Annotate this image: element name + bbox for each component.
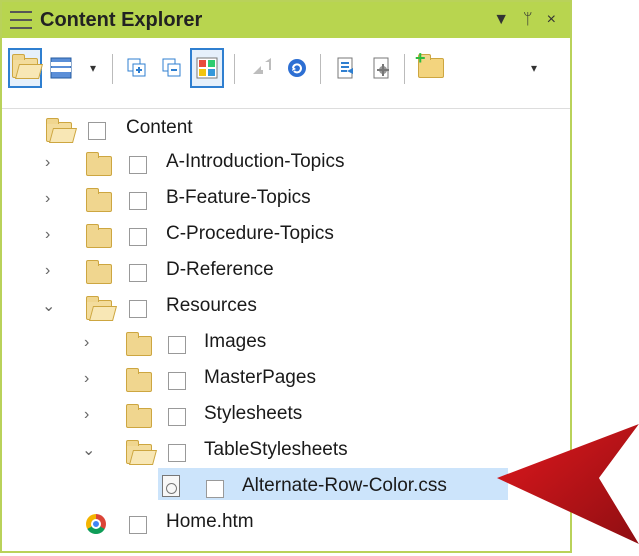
tree-item-label: Home.htm xyxy=(166,511,254,532)
refresh-icon[interactable] xyxy=(280,48,314,88)
tree-row-images[interactable]: › Images xyxy=(2,324,570,358)
checkbox[interactable] xyxy=(168,444,186,462)
tree-item-label: A-Introduction-Topics xyxy=(166,151,345,172)
checkbox[interactable] xyxy=(129,300,147,318)
titlebar: Content Explorer ▼ ᛘ × xyxy=(2,2,570,38)
tree-row-stylesheets[interactable]: › Stylesheets xyxy=(2,396,570,430)
tree-item-label: D-Reference xyxy=(166,259,274,280)
chevron-right-icon[interactable]: › xyxy=(45,190,50,208)
tree-row-resources[interactable]: ⌄ Resources xyxy=(2,288,570,322)
settings-icon[interactable] xyxy=(364,48,398,88)
folder-open-icon xyxy=(126,440,152,464)
content-explorer-panel: Content Explorer ▼ ᛘ × ▾ + ▾ Content › A… xyxy=(0,0,572,553)
color-grid-icon[interactable] xyxy=(190,48,224,88)
chevron-right-icon[interactable]: › xyxy=(45,226,50,244)
chevron-right-icon[interactable]: › xyxy=(84,406,89,424)
tree-item-label: B-Feature-Topics xyxy=(166,187,311,208)
tree-item-label: Alternate-Row-Color.css xyxy=(242,475,447,496)
checkbox[interactable] xyxy=(129,192,147,210)
tree-item-label: MasterPages xyxy=(204,367,316,388)
checkbox[interactable] xyxy=(206,480,224,498)
chevron-right-icon[interactable]: › xyxy=(45,154,50,172)
close-icon[interactable]: × xyxy=(547,11,556,29)
folder-icon xyxy=(86,260,112,284)
folder-icon xyxy=(126,404,152,428)
css-file-icon xyxy=(162,475,180,497)
tree-item-label: Resources xyxy=(166,295,257,316)
tree-item-label: Content xyxy=(126,117,193,138)
chevron-right-icon[interactable]: › xyxy=(84,334,89,352)
tree-row-masterpages[interactable]: › MasterPages xyxy=(2,360,570,394)
more-icon[interactable]: ▾ xyxy=(522,48,546,88)
tree-row-c-procedure-topics[interactable]: › C-Procedure-Topics xyxy=(2,216,570,250)
tree-row-tablestylesheets[interactable]: ⌄ TableStylesheets xyxy=(2,432,570,466)
collapse-all-icon[interactable] xyxy=(155,48,189,88)
menu-icon[interactable] xyxy=(10,11,32,29)
chrome-icon xyxy=(86,514,106,534)
checkbox[interactable] xyxy=(129,228,147,246)
checkbox[interactable] xyxy=(168,408,186,426)
topic-icon[interactable] xyxy=(328,48,362,88)
tree-row-d-reference[interactable]: › D-Reference xyxy=(2,252,570,286)
checkbox[interactable] xyxy=(129,516,147,534)
folder-icon xyxy=(86,188,112,212)
folder-icon xyxy=(86,152,112,176)
dropdown-arrow-icon[interactable]: ▾ xyxy=(76,48,110,88)
tree-row-b-feature-topics[interactable]: › B-Feature-Topics xyxy=(2,180,570,214)
folder-open-icon xyxy=(46,118,72,142)
tree-item-label: TableStylesheets xyxy=(204,439,348,460)
tree-row-alternate-row-color-css[interactable]: Alternate-Row-Color.css xyxy=(2,468,570,502)
toolbar: ▾ + ▾ xyxy=(2,40,570,109)
folder-icon xyxy=(126,332,152,356)
checkbox[interactable] xyxy=(168,372,186,390)
chevron-right-icon[interactable]: › xyxy=(84,370,89,388)
tree-row-home-htm[interactable]: Home.htm xyxy=(2,504,570,538)
tree-item-label: Images xyxy=(204,331,267,352)
red-pointer-arrow-icon xyxy=(497,424,639,544)
panel-title: Content Explorer xyxy=(40,8,203,31)
folder-icon xyxy=(126,368,152,392)
tree-item-label: C-Procedure-Topics xyxy=(166,223,334,244)
expand-all-icon[interactable] xyxy=(120,48,154,88)
chevron-down-icon[interactable]: ⌄ xyxy=(42,296,55,316)
dropdown-control-icon[interactable]: ▼ xyxy=(493,11,509,29)
back-arrow-icon[interactable] xyxy=(244,48,278,88)
table-view-icon[interactable] xyxy=(44,48,78,88)
new-folder-icon[interactable]: + xyxy=(414,48,448,88)
folder-open-icon[interactable] xyxy=(8,48,42,88)
checkbox[interactable] xyxy=(168,336,186,354)
pin-icon[interactable]: ᛘ xyxy=(523,11,533,29)
checkbox[interactable] xyxy=(129,156,147,174)
tree-row-a-introduction-topics[interactable]: › A-Introduction-Topics xyxy=(2,144,570,178)
tree-item-label: Stylesheets xyxy=(204,403,303,424)
checkbox[interactable] xyxy=(88,122,106,140)
tree-row-content[interactable]: Content xyxy=(2,110,570,144)
chevron-down-icon[interactable]: ⌄ xyxy=(82,440,95,460)
checkbox[interactable] xyxy=(129,264,147,282)
folder-icon xyxy=(86,224,112,248)
folder-open-icon xyxy=(86,296,112,320)
chevron-right-icon[interactable]: › xyxy=(45,262,50,280)
